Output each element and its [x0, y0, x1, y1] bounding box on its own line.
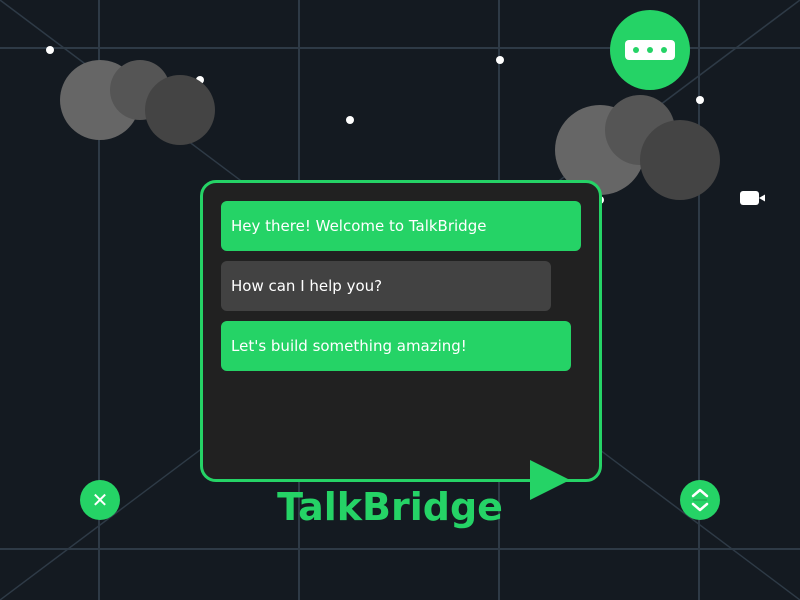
star-dot [346, 116, 354, 124]
star-dot [696, 96, 704, 104]
typing-indicator-icon [625, 40, 675, 60]
message-bubble-sent: Hey there! Welcome to TalkBridge [221, 201, 581, 251]
close-button[interactable]: ✕ [80, 480, 120, 520]
message-bubble-received: How can I help you? [221, 261, 551, 311]
close-icon: ✕ [91, 488, 109, 512]
scroll-updown-icon [691, 488, 709, 512]
star-dot [496, 56, 504, 64]
typing-indicator-button[interactable] [610, 10, 690, 90]
video-camera-icon[interactable] [740, 190, 766, 206]
star-dot [46, 46, 54, 54]
scroll-button[interactable] [680, 480, 720, 520]
chat-window: Hey there! Welcome to TalkBridge How can… [200, 180, 602, 482]
message-bubble-sent: Let's build something amazing! [221, 321, 571, 371]
